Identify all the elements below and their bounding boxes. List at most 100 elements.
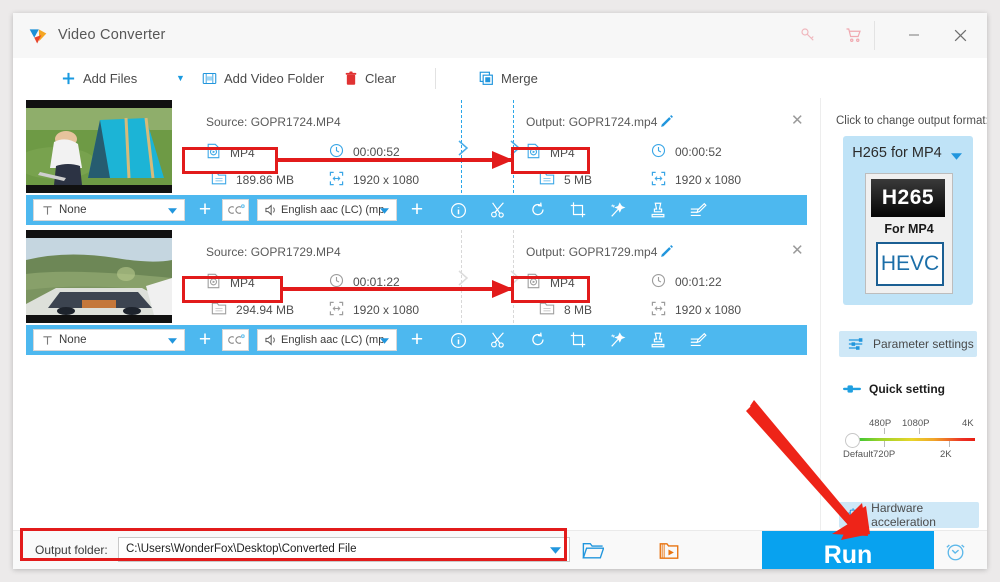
run-button[interactable]: Run <box>762 531 934 569</box>
cart-icon[interactable] <box>831 13 877 57</box>
quick-setting-label: Quick setting <box>869 382 945 396</box>
bottom-bar: Output folder: C:\Users\WonderFox\Deskto… <box>13 530 987 569</box>
cut-icon[interactable] <box>478 325 518 355</box>
clock-icon <box>651 143 666 161</box>
effect-icon[interactable] <box>598 195 638 225</box>
add-subtitle-button[interactable]: + <box>193 325 217 355</box>
chevron-down-icon <box>380 208 389 214</box>
source-resolution-value: 1920 x 1080 <box>353 173 419 187</box>
output-title: Output: GOPR1729.mp4 <box>526 245 657 259</box>
video-thumbnail[interactable] <box>26 100 172 193</box>
slider-knob[interactable] <box>845 433 860 448</box>
subtitle-value: None <box>59 334 87 346</box>
info-icon[interactable] <box>438 325 478 355</box>
run-label: Run <box>824 541 873 569</box>
subtitle-select[interactable]: None <box>33 199 185 221</box>
output-resolution: 1920 x 1080 <box>651 171 741 189</box>
hardware-acceleration-button[interactable]: Hardware acceleration <box>839 502 979 528</box>
remove-row-button[interactable]: ✕ <box>791 113 804 128</box>
edit-name-icon[interactable] <box>660 114 674 133</box>
open-converted-files-button[interactable] <box>659 542 679 565</box>
add-files-dropdown[interactable]: ▼ <box>176 58 185 98</box>
info-icon[interactable] <box>438 195 478 225</box>
edit-name-icon[interactable] <box>660 244 674 263</box>
cut-icon[interactable] <box>478 195 518 225</box>
resolution-icon <box>329 301 344 319</box>
minimize-button[interactable] <box>891 13 937 57</box>
video-thumbnail[interactable] <box>26 230 172 323</box>
source-resolution: 1920 x 1080 <box>329 301 419 319</box>
format-preview-card: H265 For MP4 HEVC <box>865 173 953 294</box>
media-folder-icon <box>659 542 679 560</box>
output-format-name: H265 for MP4 <box>843 145 951 161</box>
slider-track <box>853 438 975 441</box>
slider-tick <box>949 441 950 447</box>
slider-label-1080p: 1080P <box>902 418 929 429</box>
sliders-icon <box>848 337 864 351</box>
format-hint: Click to change output format: <box>836 115 987 127</box>
chevron-down-icon <box>550 547 561 554</box>
file-format-icon <box>206 143 221 162</box>
parameter-settings-button[interactable]: Parameter settings <box>839 331 977 357</box>
close-button[interactable] <box>937 13 983 57</box>
add-audio-button[interactable]: + <box>405 195 429 225</box>
subtitle-select[interactable]: None <box>33 329 185 351</box>
crop-icon[interactable] <box>558 325 598 355</box>
output-resolution-value: 1920 x 1080 <box>675 173 741 187</box>
output-format-panel: Click to change output format: H265 for … <box>821 98 987 530</box>
audio-track-select[interactable]: English aac (LC) (mp <box>257 329 397 351</box>
remove-row-button[interactable]: ✕ <box>791 243 804 258</box>
crop-icon[interactable] <box>558 195 598 225</box>
add-files-button[interactable]: Add Files <box>61 58 137 98</box>
add-audio-button[interactable]: + <box>405 325 429 355</box>
rotate-icon[interactable] <box>518 325 558 355</box>
closed-caption-button[interactable] <box>222 329 249 351</box>
audio-track-value: English aac (LC) (mp <box>281 334 384 346</box>
app-title: Video Converter <box>58 27 166 43</box>
slider-label-720p: 720P <box>873 449 895 460</box>
add-video-folder-button[interactable]: Add Video Folder <box>202 58 324 98</box>
file-size-icon <box>211 171 227 189</box>
output-resolution-value: 1920 x 1080 <box>675 303 741 317</box>
output-format-selector[interactable]: H265 for MP4 H265 For MP4 HEVC <box>843 136 973 305</box>
source-size: 189.86 MB <box>211 171 294 189</box>
schedule-button[interactable] <box>944 540 967 568</box>
subtitle-edit-icon[interactable] <box>678 325 718 355</box>
app-logo-icon <box>28 26 48 46</box>
chevron-down-icon <box>168 208 177 214</box>
clear-button[interactable]: Clear <box>344 58 396 98</box>
closed-caption-button[interactable] <box>222 199 249 221</box>
browse-folder-button[interactable] <box>582 541 604 565</box>
parameter-settings-label: Parameter settings <box>873 337 974 351</box>
clock-icon <box>651 273 666 291</box>
output-format-value: MP4 <box>550 146 575 160</box>
output-size-value: 8 MB <box>564 303 592 317</box>
watermark-icon[interactable] <box>638 325 678 355</box>
add-files-label: Add Files <box>83 71 137 86</box>
chevron-down-icon <box>380 338 389 344</box>
alarm-clock-icon <box>944 540 967 563</box>
add-subtitle-button[interactable]: + <box>193 195 217 225</box>
key-icon[interactable] <box>785 13 831 57</box>
text-icon <box>42 205 53 216</box>
output-folder-value: C:\Users\WonderFox\Desktop\Converted Fil… <box>126 543 357 555</box>
watermark-icon[interactable] <box>638 195 678 225</box>
codec-badge: H265 <box>871 179 945 217</box>
quick-setting-header: Quick setting <box>843 382 945 396</box>
rotate-icon[interactable] <box>518 195 558 225</box>
audio-track-select[interactable]: English aac (LC) (mp <box>257 199 397 221</box>
slider-label-2k: 2K <box>940 449 952 460</box>
merge-label: Merge <box>501 71 538 86</box>
source-size-value: 294.94 MB <box>236 303 294 317</box>
row-card: Source: GOPR1729.MP4 MP4 00:01:22 <box>13 228 820 325</box>
slider-tick <box>884 441 885 447</box>
effect-icon[interactable] <box>598 325 638 355</box>
quality-slider[interactable]: 480P 1080P 4K Default 720P 2K <box>845 420 975 464</box>
merge-button[interactable]: Merge <box>479 58 538 98</box>
slider-handle-icon <box>843 384 861 394</box>
video-converter-window: Video Converter Add Fi <box>13 13 987 569</box>
output-folder-input[interactable]: C:\Users\WonderFox\Desktop\Converted Fil… <box>118 537 570 562</box>
subtitle-edit-icon[interactable] <box>678 195 718 225</box>
row-action-strip: None + English aac (LC) (mp + <box>26 325 807 355</box>
output-duration: 00:00:52 <box>651 143 722 161</box>
